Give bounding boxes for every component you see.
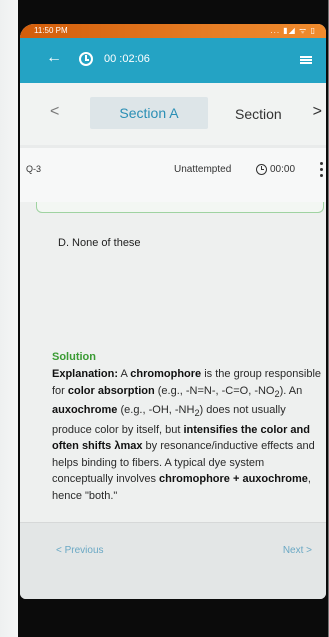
sol-b3: auxochrome bbox=[52, 404, 118, 417]
option-c-box[interactable] bbox=[36, 202, 324, 213]
sol-t4: ). An bbox=[279, 384, 303, 397]
question-header: Q-3 Unattempted 00:00 bbox=[20, 148, 326, 202]
section-tabs: < Section A Section > bbox=[20, 83, 326, 145]
sol-lead: Explanation: bbox=[52, 368, 119, 380]
tab-section-a[interactable]: Section A bbox=[90, 97, 208, 129]
app-bar: ← 00 :02:06 bbox=[20, 38, 326, 83]
back-arrow-icon[interactable]: ← bbox=[46, 50, 62, 66]
more-options-icon[interactable] bbox=[320, 162, 323, 177]
question-status: Unattempted bbox=[174, 164, 232, 175]
sol-b2: color absorption bbox=[67, 384, 155, 397]
solution-title: Solution bbox=[52, 351, 96, 363]
sol-b1: chromophore bbox=[130, 368, 202, 380]
chevron-left-icon[interactable]: < bbox=[50, 103, 59, 121]
sol-t1: A bbox=[118, 368, 131, 380]
exam-timer: 00 :02:06 bbox=[104, 53, 150, 65]
sol-t5: (e.g., -OH, -NH bbox=[117, 404, 195, 417]
question-number: Q-3 bbox=[26, 164, 42, 174]
question-time: 00:00 bbox=[270, 164, 296, 175]
sol-b5: chromophore + auxochrome bbox=[159, 473, 308, 486]
sol-t3: (e.g., -N=N-, -C=O, -NO bbox=[154, 384, 275, 397]
option-d[interactable]: D. None of these bbox=[58, 237, 141, 249]
question-content: D. None of these Solution Explanation: A… bbox=[20, 202, 326, 522]
phone-screen: 11:50 PM ... ▮◢ ᯤ ▯ ← 00 :02:06 < Sectio… bbox=[20, 24, 326, 599]
chevron-right-icon[interactable]: > bbox=[313, 103, 322, 121]
clock-icon bbox=[256, 164, 267, 175]
bottom-nav: < Previous Next > bbox=[20, 522, 326, 599]
tab-section-next[interactable]: Section bbox=[235, 106, 282, 122]
solution-text: Explanation: A chromophore is the group … bbox=[52, 366, 326, 504]
previous-button[interactable]: < Previous bbox=[56, 545, 104, 556]
status-bar: 11:50 PM ... ▮◢ ᯤ ▯ bbox=[20, 24, 326, 38]
menu-icon[interactable] bbox=[300, 56, 312, 64]
alarm-clock-icon bbox=[79, 52, 93, 66]
status-time: 11:50 PM bbox=[34, 26, 68, 35]
status-icons: ... ▮◢ ᯤ ▯ bbox=[270, 26, 316, 35]
next-button[interactable]: Next > bbox=[283, 545, 312, 556]
